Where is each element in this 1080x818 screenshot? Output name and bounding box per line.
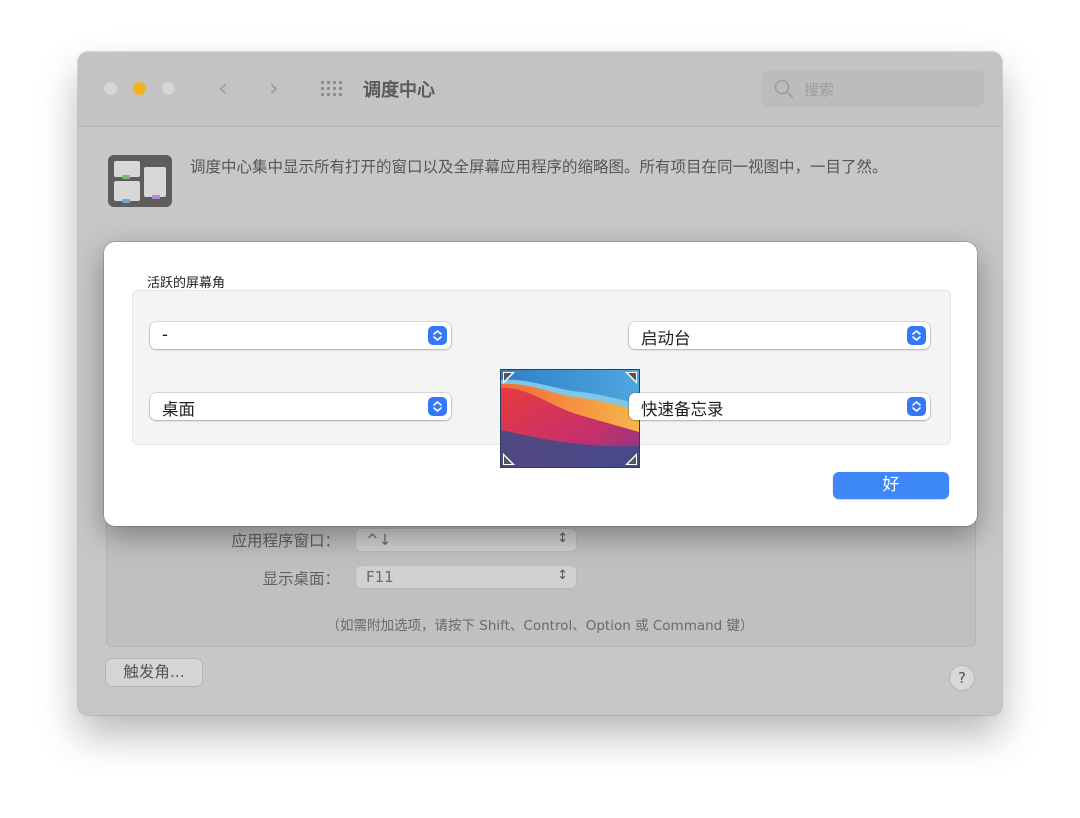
back-chevron-icon[interactable]: ‹ (218, 74, 228, 102)
popup-stepper-icon (428, 326, 447, 345)
active-corners-label: 活跃的屏幕角 (147, 276, 226, 291)
popup-stepper-icon (428, 397, 447, 416)
top-left-corner-popup[interactable]: - (150, 322, 451, 349)
modifier-hint: （如需附加选项，请按下 Shift、Control、Option 或 Comma… (326, 618, 754, 634)
search-icon (774, 79, 793, 98)
mission-control-icon (108, 155, 172, 207)
show-all-grid-icon[interactable] (321, 81, 347, 97)
show-desktop-popup[interactable]: F11 ↕ (356, 566, 576, 588)
show-desktop-label: 显示桌面： (262, 570, 340, 588)
window-title: 调度中心 (363, 80, 435, 101)
search-field[interactable]: 搜索 (762, 70, 984, 107)
updown-chevron-icon: ↕ (557, 568, 568, 583)
title-bar: ‹ › 调度中心 搜索 (78, 52, 1002, 127)
help-button[interactable]: ? (950, 666, 974, 690)
search-placeholder: 搜索 (804, 81, 835, 99)
popup-stepper-icon (907, 326, 926, 345)
app-windows-label: 应用程序窗口： (231, 532, 340, 550)
popup-stepper-icon (907, 397, 926, 416)
app-windows-value: ^↓ (366, 531, 392, 549)
pane-description: 调度中心集中显示所有打开的窗口以及全屏幕应用程序的缩略图。所有项目在同一视图中，… (190, 158, 888, 176)
bottom-right-corner-popup[interactable]: 快速备忘录 (629, 393, 930, 420)
minimize-window-button[interactable] (133, 82, 146, 95)
top-left-corner-value: - (162, 325, 168, 344)
show-desktop-value: F11 (366, 568, 394, 586)
ok-button[interactable]: 好 (833, 472, 949, 499)
corners-group: - 桌面 启动台 快速备忘录 (132, 290, 951, 468)
zoom-window-button[interactable] (162, 82, 175, 95)
app-windows-popup[interactable]: ^↓ ↕ (356, 529, 576, 551)
desktop-preview-image (500, 369, 640, 468)
bottom-left-corner-value: 桌面 (162, 400, 195, 419)
hot-corners-sheet: 活跃的屏幕角 - 桌面 启动台 快速备忘录 好 (104, 242, 977, 526)
top-right-corner-value: 启动台 (641, 329, 691, 348)
top-right-corner-popup[interactable]: 启动台 (629, 322, 930, 349)
close-window-button[interactable] (104, 82, 117, 95)
updown-chevron-icon: ↕ (557, 531, 568, 546)
bottom-left-corner-popup[interactable]: 桌面 (150, 393, 451, 420)
hot-corners-button[interactable]: 触发角... (106, 659, 202, 686)
forward-chevron-icon[interactable]: › (269, 74, 279, 102)
bottom-right-corner-value: 快速备忘录 (641, 400, 724, 419)
